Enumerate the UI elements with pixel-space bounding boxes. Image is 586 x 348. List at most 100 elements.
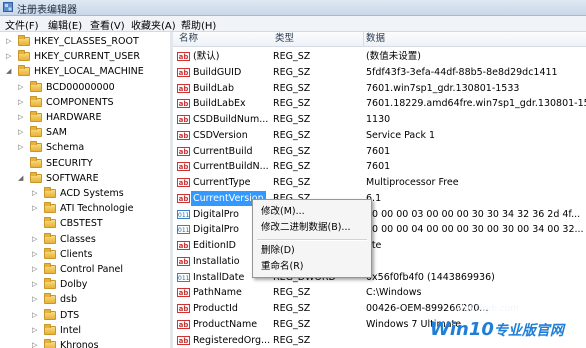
tree-item[interactable]: ◢ HKEY_LOCAL_MACHINE (0, 64, 170, 79)
tree-item[interactable]: ▷ HKEY_CURRENT_USER (0, 49, 170, 64)
folder-icon (44, 247, 56, 259)
value-row[interactable]: ab EditionID ate (173, 238, 586, 253)
expand-arrow-icon[interactable]: ▷ (6, 49, 11, 64)
tree-item-label: Schema (46, 142, 85, 154)
expand-arrow-icon[interactable]: ▷ (18, 80, 23, 95)
tree-item[interactable]: ▷ dsb (0, 292, 170, 307)
value-name: DigitalPro (193, 208, 239, 220)
column-header-type[interactable]: 类型 (273, 32, 364, 47)
menu-item-rename[interactable]: 重命名(R) (253, 259, 371, 274)
expand-arrow-icon[interactable]: ▷ (18, 125, 23, 140)
value-row[interactable]: ab PathName REG_SZ C:\Windows (173, 285, 586, 300)
expand-arrow-icon[interactable]: ▷ (6, 34, 11, 49)
value-type: REG_SZ (273, 177, 311, 188)
menu-favorites[interactable]: 收藏夹(A) (131, 17, 176, 32)
values-list[interactable]: 名称 类型 数据 ab (默认) REG_SZ (数值未设置) ab BuildGUID R… (173, 32, 586, 348)
column-header-data[interactable]: 数据 (364, 32, 586, 47)
tree-item[interactable]: ▷ DTS (0, 308, 170, 323)
menu-item-modify-binary[interactable]: 修改二进制数据(B)... (253, 220, 371, 235)
value-row[interactable]: 011 DigitalPro 00 00 00 03 00 00 00 30 30 … (173, 207, 586, 222)
expand-arrow-icon[interactable]: ▷ (18, 140, 23, 155)
value-row[interactable]: 011 DigitalPro 00 00 00 04 00 00 00 30 00 … (173, 222, 586, 237)
value-row[interactable]: ab BuildLab REG_SZ 7601.win7sp1_gdr.130801-… (173, 81, 586, 96)
tree-item[interactable]: ▷ Classes (0, 232, 170, 247)
expand-arrow-icon[interactable]: ▷ (32, 292, 37, 307)
tree-item-label: HARDWARE (46, 112, 102, 123)
folder-icon (30, 156, 42, 168)
tree-item-label: COMPONENTS (46, 96, 114, 108)
value-name: CurrentBuild (193, 145, 253, 157)
tree-item[interactable]: ▷ Clients (0, 247, 170, 262)
tree-item-label: Control Panel (60, 264, 123, 275)
value-row[interactable]: ab BuildGUID REG_SZ 5fdf43f3-3efa-44df-88b5… (173, 65, 586, 80)
value-row[interactable]: ab CSDVersion REG_SZ Service Pack 1 (173, 128, 586, 143)
menu-item-delete[interactable]: 删除(D) (253, 243, 371, 258)
tree-item-label: CBSTEST (60, 218, 103, 230)
value-name: (默认) (193, 51, 220, 62)
value-row[interactable]: ab (默认) REG_SZ (数值未设置) (173, 49, 586, 64)
watermark-brand-cn: 专业版官网 (493, 323, 564, 339)
menu-bar: 文件(F) 编辑(E) 查看(V) 收藏夹(A) 帮助(H) (0, 16, 586, 32)
tree-item-label: HKEY_CLASSES_ROOT (34, 36, 139, 47)
value-row[interactable]: ab Installatio (173, 254, 586, 269)
folder-icon (30, 80, 42, 92)
tree-item-label: ATI Technologie (60, 203, 134, 215)
expand-arrow-icon[interactable]: ▷ (32, 247, 37, 262)
expand-arrow-icon[interactable]: ▷ (32, 262, 37, 277)
value-name: PathName (193, 287, 242, 299)
menu-view[interactable]: 查看(V) (90, 17, 125, 32)
value-type: REG_SZ (273, 318, 311, 330)
value-data: 1130 (366, 114, 391, 125)
folder-icon (30, 141, 42, 153)
value-name: CurrentType (193, 177, 251, 188)
tree-item-label: HKEY_CURRENT_USER (34, 51, 140, 63)
expand-arrow-icon[interactable]: ▷ (32, 277, 37, 292)
expand-arrow-icon[interactable]: ▷ (32, 186, 37, 201)
collapse-arrow-icon[interactable]: ◢ (6, 64, 11, 79)
menu-help[interactable]: 帮助(H) (181, 17, 216, 32)
tree-item[interactable]: ▷ HKEY_CLASSES_ROOT (0, 34, 170, 49)
value-row[interactable]: ab CurrentBuild REG_SZ 7601 (173, 144, 586, 159)
value-row[interactable]: 011InstallDateREG_DWORD0x56f0fb4f0 (1443… (173, 270, 586, 285)
expand-arrow-icon[interactable]: ▷ (18, 110, 23, 125)
value-row[interactable]: ab BuildLabEx REG_SZ 7601.18229.amd64fre.wi… (173, 96, 586, 111)
expand-arrow-icon[interactable]: ▷ (32, 308, 37, 323)
tree-item[interactable]: SECURITY (0, 156, 170, 171)
tree-item[interactable]: ▷ ATI Technologie (0, 201, 170, 216)
tree-item[interactable]: ◢ SOFTWARE (0, 171, 170, 186)
registry-tree[interactable]: ▷ HKEY_CLASSES_ROOT ▷ HKEY_CURRENT_USER ◢ HKE… (0, 32, 173, 348)
tree-item[interactable]: ▷ SAM (0, 125, 170, 140)
collapse-arrow-icon[interactable]: ◢ (18, 171, 23, 186)
folder-icon (44, 293, 56, 305)
folder-icon (44, 232, 56, 244)
value-type: REG_SZ (273, 287, 311, 299)
expand-arrow-icon[interactable]: ▷ (18, 95, 23, 110)
expand-arrow-icon[interactable]: ▷ (32, 201, 37, 216)
expand-arrow-icon[interactable]: ▷ (32, 338, 37, 348)
tree-item[interactable]: ▷ Intel (0, 323, 170, 338)
expand-arrow-icon[interactable]: ▷ (32, 323, 37, 338)
window-title: 注册表编辑器 (17, 5, 77, 16)
tree-item[interactable]: ▷ BCD00000000 (0, 80, 170, 95)
value-data: 7601.18229.amd64fre.win7sp1_gdr.130801-1… (366, 98, 586, 110)
tree-item[interactable]: CBSTEST (0, 216, 170, 231)
tree-item[interactable]: ▷ HARDWARE (0, 110, 170, 125)
value-row[interactable]: ab CSDBuildNum... REG_SZ 1130 (173, 112, 586, 127)
tree-item[interactable]: ▷ ACD Systems (0, 186, 170, 201)
tree-item[interactable]: ▷ Dolby (0, 277, 170, 292)
tree-item-label: Classes (60, 233, 96, 245)
folder-icon (44, 202, 56, 214)
expand-arrow-icon[interactable]: ▷ (32, 232, 37, 247)
tree-item[interactable]: ▷ Khronos (0, 338, 170, 348)
menu-edit[interactable]: 编辑(E) (48, 17, 82, 32)
tree-item[interactable]: ▷ Control Panel (0, 262, 170, 277)
tree-item[interactable]: ▷ COMPONENTS (0, 95, 170, 110)
menu-item-modify[interactable]: 修改(M)... (253, 204, 371, 219)
column-header-name[interactable]: 名称 (173, 32, 274, 47)
value-type: REG_SZ (273, 161, 311, 173)
tree-item[interactable]: ▷ Schema (0, 140, 170, 155)
value-row[interactable]: ab CurrentType REG_SZ Multiprocessor Free (173, 175, 586, 190)
value-row[interactable]: abCurrentVersionREG_SZ6.1 (173, 190, 586, 206)
value-row[interactable]: ab CurrentBuildN... REG_SZ 7601 (173, 159, 586, 174)
menu-file[interactable]: 文件(F) (5, 17, 39, 32)
